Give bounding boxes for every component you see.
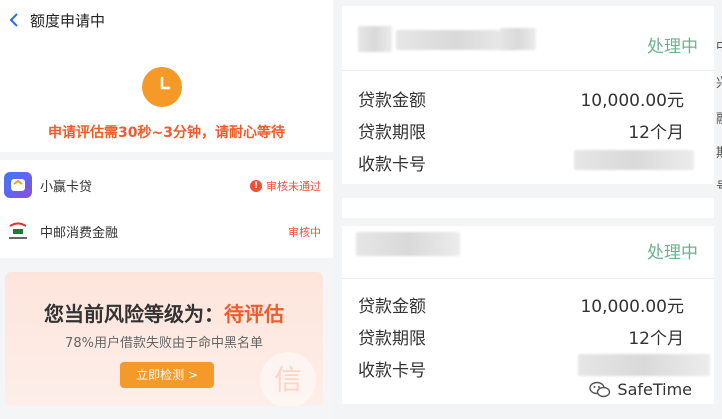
status-label: 审核未通过 (266, 180, 321, 193)
field-value: 12个月 (628, 329, 684, 349)
screenshot-stage: 额度申请中 申请评估需30秒~3分钟，请耐心等待 小赢卡贷 ! 审核未通过 中邮… (0, 0, 722, 419)
edge-glyph: 中 (716, 36, 722, 55)
watermark: SafeTime (589, 380, 692, 399)
risk-note: 78%用户借款失败由于命中黑名单 (65, 336, 263, 351)
loan-card: 处理中 贷款金额 10,000.00元 贷款期限 12个月 收款卡号 (342, 226, 714, 404)
field-value: 10,000.00元 (580, 297, 684, 317)
risk-level: 待评估 (224, 302, 284, 326)
divider (342, 70, 714, 71)
field-label: 贷款金额 (358, 297, 426, 317)
risk-card: 您当前风险等级为：待评估 78%用户借款失败由于命中黑名单 立即检测 > 信 (5, 272, 323, 406)
edge-glyph: 兴 (716, 72, 722, 91)
field-value: 10,000.00元 (580, 91, 684, 111)
blurred-name (356, 232, 460, 256)
edge-glyph: 融 (716, 108, 722, 127)
list-item[interactable]: 中邮消费金融 审核中 (0, 208, 333, 254)
page-header: 额度申请中 (0, 0, 333, 40)
field-label: 收款卡号 (358, 155, 426, 175)
status-text: 申请评估需30秒~3分钟，请耐心等待 (48, 125, 285, 141)
field-label: 贷款期限 (358, 329, 426, 349)
app-name: 中邮消费金融 (40, 226, 119, 241)
warning-icon: ! (250, 180, 262, 192)
app-name: 小赢卡贷 (40, 180, 93, 195)
edge-glyph: 号 (716, 176, 722, 195)
watermark-text: SafeTime (617, 380, 692, 399)
right-panel: 处理中 贷款金额 10,000.00元 贷款期限 12个月 收款卡号 处理中 贷… (338, 0, 722, 419)
field-label: 收款卡号 (358, 361, 426, 381)
risk-prefix: 您当前风险等级为： (44, 302, 224, 326)
app-logo-icon (4, 218, 32, 244)
wechat-icon (589, 381, 611, 399)
blurred-card-number (578, 354, 710, 376)
page-title: 额度申请中 (30, 11, 106, 30)
field-value: 12个月 (628, 123, 684, 143)
field-label: 贷款金额 (358, 91, 426, 111)
chevron-left-icon[interactable] (8, 13, 20, 27)
blurred-logo (358, 26, 392, 52)
divider (342, 278, 714, 279)
blurred-card-number (574, 150, 694, 170)
edge-glyph: 期 (716, 142, 722, 161)
blurred-name (396, 30, 516, 50)
status-badge: 审核中 (288, 226, 321, 239)
list-item[interactable]: 小赢卡贷 ! 审核未通过 (0, 162, 333, 208)
status-badge: ! 审核未通过 (250, 178, 321, 194)
credit-watermark-icon: 信 (260, 352, 316, 406)
clock-icon (142, 67, 182, 107)
separator-band (342, 198, 714, 218)
status-badge: 处理中 (647, 243, 698, 263)
blurred-name (500, 28, 536, 50)
status-badge: 处理中 (647, 37, 698, 57)
left-panel: 额度申请中 申请评估需30秒~3分钟，请耐心等待 小赢卡贷 ! 审核未通过 中邮… (0, 0, 333, 419)
app-logo-icon (4, 172, 32, 198)
status-card: 申请评估需30秒~3分钟，请耐心等待 (0, 40, 333, 152)
risk-headline: 您当前风险等级为：待评估 (5, 298, 323, 327)
loan-card: 处理中 贷款金额 10,000.00元 贷款期限 12个月 收款卡号 (342, 6, 714, 184)
app-list: 小赢卡贷 ! 审核未通过 中邮消费金融 审核中 (0, 160, 333, 258)
field-label: 贷款期限 (358, 123, 426, 143)
check-now-button[interactable]: 立即检测 > (120, 362, 214, 388)
